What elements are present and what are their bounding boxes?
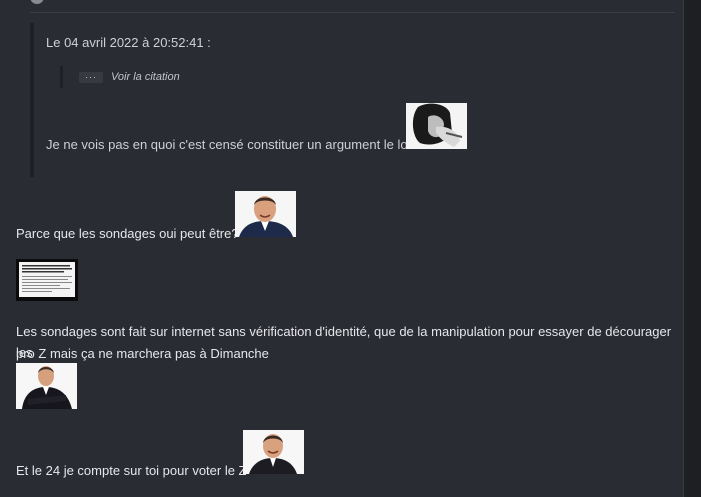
message-line-2b: pro Z mais ça ne marchera pas à Dimanche	[16, 346, 269, 361]
expand-quote-button[interactable]: ···	[79, 71, 103, 83]
sticker-smiling-man[interactable]	[235, 191, 296, 237]
sticker-thinking-man[interactable]	[406, 103, 467, 149]
article-icon	[16, 259, 78, 301]
blockquote: Le 04 avril 2022 à 20:52:41 : ··· Voir l…	[30, 23, 474, 177]
sticker-smiling-man-2[interactable]	[243, 430, 304, 474]
quote-text: Je ne vois pas en quoi c'est censé const…	[46, 137, 418, 152]
nested-quote: ··· Voir la citation	[60, 66, 180, 88]
scrollbar[interactable]	[684, 0, 701, 497]
message-line-1: Parce que les sondages oui peut être?	[16, 226, 239, 241]
sticker-article-screenshot[interactable]	[16, 259, 78, 301]
arms-crossed-man-icon	[16, 363, 77, 409]
thinking-man-icon	[406, 103, 467, 149]
message-line-3: Et le 24 je compte sur toi pour voter le…	[16, 463, 247, 478]
smiling-man-icon	[243, 430, 304, 474]
show-quote-link[interactable]: Voir la citation	[111, 71, 180, 83]
divider	[30, 12, 675, 13]
sticker-arms-crossed-man[interactable]	[16, 363, 77, 409]
smiling-man-icon	[235, 191, 296, 237]
forum-post: Le 04 avril 2022 à 20:52:41 : ··· Voir l…	[0, 0, 684, 497]
quote-header: Le 04 avril 2022 à 20:52:41 :	[46, 35, 211, 50]
avatar[interactable]	[30, 0, 44, 4]
